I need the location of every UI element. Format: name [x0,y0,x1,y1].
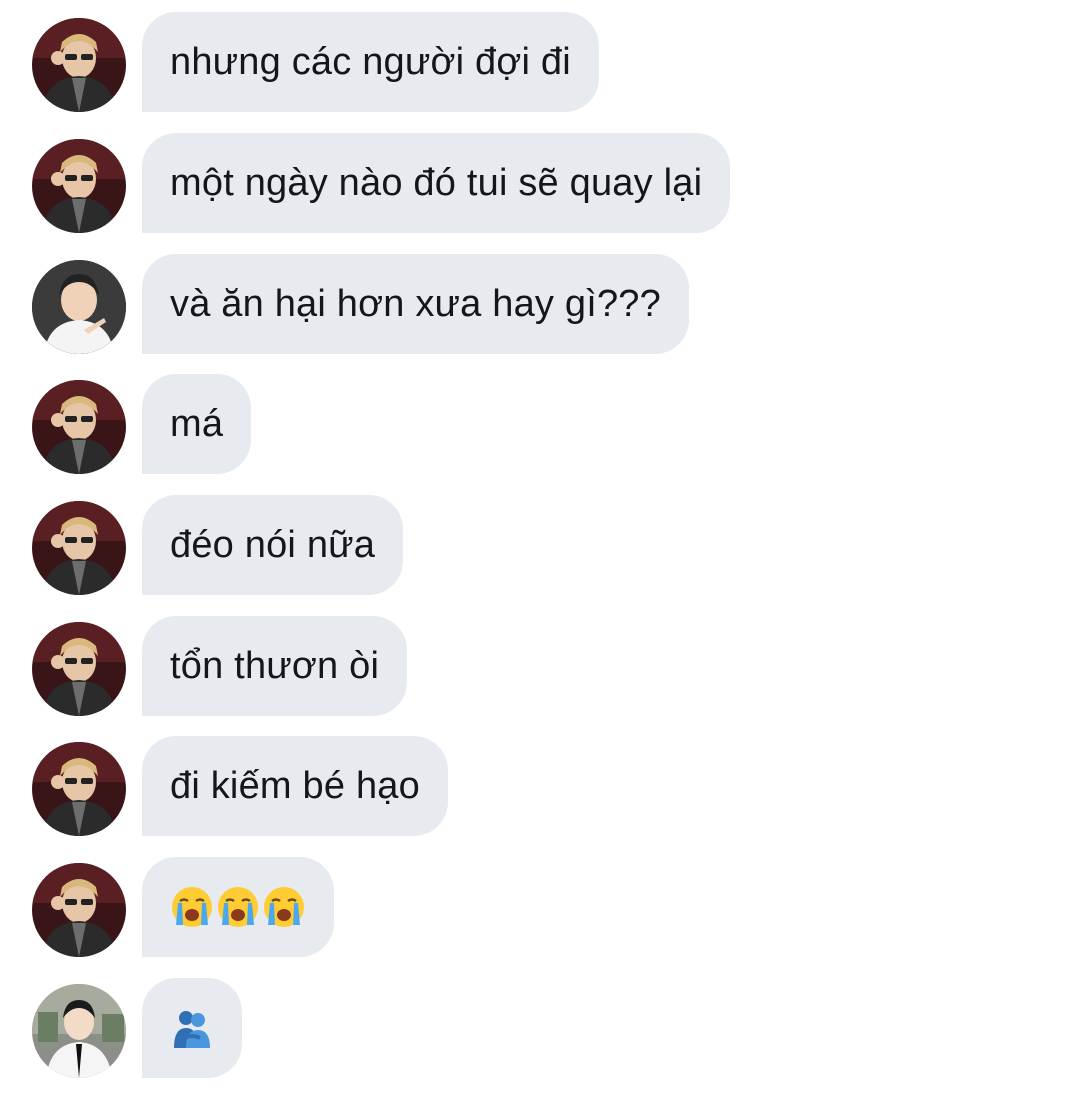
emoji-row [170,885,306,929]
avatar[interactable] [32,18,126,112]
emoji-row [170,1006,214,1050]
avatar[interactable] [32,622,126,716]
message-bubble[interactable] [142,978,242,1078]
avatar-a-icon [32,18,126,112]
avatar-b-icon [32,260,126,354]
message-bubble[interactable]: nhưng các người đợi đi [142,12,599,112]
avatar[interactable] [32,863,126,957]
message-bubble[interactable]: má [142,374,252,474]
message-row: tổn thươn òi [0,616,1080,716]
avatar[interactable] [32,984,126,1078]
message-bubble[interactable]: đéo nói nữa [142,495,404,595]
message-row [0,978,1080,1078]
loudly-crying-face-icon [264,887,304,927]
avatar-c-icon [32,984,126,1078]
message-text: một ngày nào đó tui sẽ quay lại [170,161,703,204]
message-text: đi kiếm bé hạo [170,764,420,807]
message-row: và ăn hại hơn xưa hay gì??? [0,254,1080,354]
avatar-a-icon [32,622,126,716]
loudly-crying-face-icon [172,887,212,927]
message-text: đéo nói nữa [170,523,376,566]
avatar[interactable] [32,380,126,474]
avatar-a-icon [32,380,126,474]
message-row: đéo nói nữa [0,495,1080,595]
message-row: đi kiếm bé hạo [0,736,1080,836]
loudly-crying-face-icon [218,887,258,927]
message-bubble[interactable] [142,857,334,957]
message-text: tổn thươn òi [170,644,380,687]
avatar-a-icon [32,742,126,836]
message-bubble[interactable]: một ngày nào đó tui sẽ quay lại [142,133,731,233]
message-bubble[interactable]: đi kiếm bé hạo [142,736,448,836]
message-row [0,857,1080,957]
message-bubble[interactable]: tổn thươn òi [142,616,408,716]
message-row: má [0,374,1080,474]
message-text: và ăn hại hơn xưa hay gì??? [170,282,661,325]
people-hugging-icon [174,1011,210,1048]
message-row: một ngày nào đó tui sẽ quay lại [0,133,1080,233]
avatar-a-icon [32,139,126,233]
avatar-a-icon [32,863,126,957]
message-text: nhưng các người đợi đi [170,40,571,83]
message-bubble[interactable]: và ăn hại hơn xưa hay gì??? [142,254,689,354]
avatar[interactable] [32,260,126,354]
avatar[interactable] [32,139,126,233]
avatar-a-icon [32,501,126,595]
avatar[interactable] [32,501,126,595]
avatar[interactable] [32,742,126,836]
message-row: nhưng các người đợi đi [0,12,1080,112]
message-text: má [170,402,224,445]
